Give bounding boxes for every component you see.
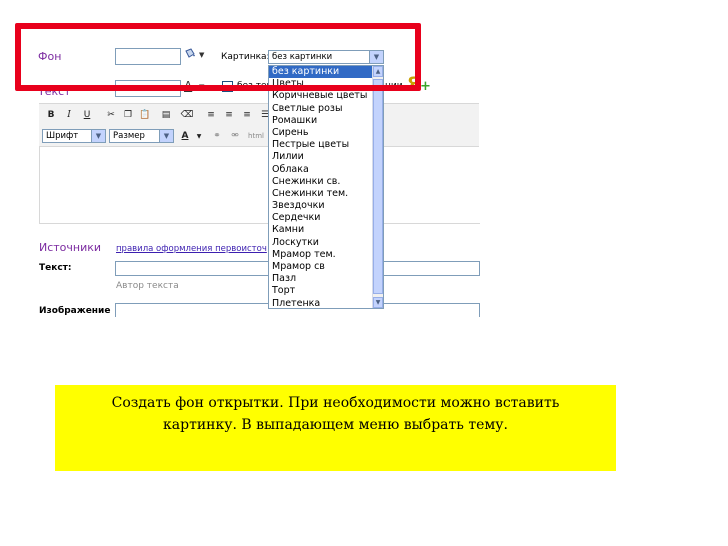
sources-label: Источники	[39, 241, 102, 254]
size-select-label: Размер	[113, 131, 145, 141]
dropdown-option[interactable]: Сердечки	[269, 212, 383, 224]
dropdown-option[interactable]: Плетенка	[269, 298, 383, 308]
dropdown-option[interactable]: Снежинки тем.	[269, 188, 383, 200]
paste-text-icon[interactable]: ▤	[158, 108, 174, 123]
editor-toolbar-row2: Шрифт ▼ Размер ▼ A ▼ ⚭ ⚮ html	[39, 126, 479, 147]
dropdown-option[interactable]: Облака	[269, 164, 383, 176]
html-button[interactable]: html	[245, 129, 267, 144]
dropdown-scrollbar[interactable]: ▲ ▼	[372, 66, 383, 308]
unlink-icon[interactable]: ⚮	[227, 129, 243, 144]
author-text-input[interactable]: Автор текста	[116, 281, 179, 291]
underline-button[interactable]: U	[79, 108, 95, 123]
dropdown-option[interactable]: Пазл	[269, 273, 383, 285]
bold-button[interactable]: B	[43, 108, 59, 123]
clear-format-icon[interactable]: ⌫	[179, 108, 195, 123]
dropdown-option[interactable]: Ромашки	[269, 115, 383, 127]
dropdown-option[interactable]: Камни	[269, 224, 383, 236]
dropdown-option[interactable]: Коричневые цветы	[269, 90, 383, 102]
editor-toolbar-row1: B I U ✂ ❐ 📋 ▤ ⌫ ≡ ≡ ≡ ☰	[39, 103, 479, 126]
dropdown-option[interactable]: Сирень	[269, 127, 383, 139]
dropdown-option[interactable]: Торт	[269, 285, 383, 297]
caption-line-1: Создать фон открытки. При необходимости …	[111, 395, 560, 411]
sources-rules-link[interactable]: правила оформления первоисточ	[116, 244, 267, 254]
font-color-dropdown-arrow[interactable]: ▼	[191, 129, 207, 144]
dropdown-option[interactable]: Светлые розы	[269, 103, 383, 115]
caption-line-2: картинку. В выпадающем меню выбрать тему…	[163, 417, 508, 433]
editor-textarea[interactable]	[39, 147, 480, 224]
size-select[interactable]: Размер ▼	[109, 129, 174, 143]
italic-button[interactable]: I	[61, 108, 77, 123]
text-field-label: Текст:	[39, 263, 72, 273]
dropdown-items: без картинки Цветы Коричневые цветы Светлые…	[269, 66, 383, 308]
scroll-down-button[interactable]: ▼	[373, 297, 383, 308]
link-icon[interactable]: ⚭	[209, 129, 225, 144]
font-select[interactable]: Шрифт ▼	[42, 129, 106, 143]
font-select-label: Шрифт	[46, 131, 79, 141]
chevron-down-icon[interactable]: ▼	[159, 130, 173, 142]
cut-icon[interactable]: ✂	[103, 108, 119, 123]
dropdown-option[interactable]: Лилии	[269, 151, 383, 163]
highlight-frame	[15, 23, 421, 91]
dropdown-option[interactable]: Звездочки	[269, 200, 383, 212]
copy-icon[interactable]: ❐	[120, 108, 136, 123]
align-right-icon[interactable]: ≡	[239, 108, 255, 123]
align-center-icon[interactable]: ≡	[221, 108, 237, 123]
picture-dropdown-list[interactable]: без картинки Цветы Коричневые цветы Светлые…	[268, 65, 384, 309]
dropdown-option[interactable]: Снежинки св.	[269, 176, 383, 188]
plus-icon[interactable]: +	[420, 79, 431, 94]
dropdown-option[interactable]: Лоскутки	[269, 237, 383, 249]
scroll-thumb[interactable]	[373, 79, 383, 294]
image-label: Изображение	[39, 306, 111, 316]
align-left-icon[interactable]: ≡	[203, 108, 219, 123]
dropdown-option[interactable]: Мрамор св	[269, 261, 383, 273]
dropdown-option[interactable]: Пестрые цветы	[269, 139, 383, 151]
paste-icon[interactable]: 📋	[137, 108, 153, 123]
chevron-down-icon[interactable]: ▼	[91, 130, 105, 142]
dropdown-option[interactable]: Мрамор тем.	[269, 249, 383, 261]
instruction-caption: Создать фон открытки. При необходимости …	[55, 385, 616, 471]
